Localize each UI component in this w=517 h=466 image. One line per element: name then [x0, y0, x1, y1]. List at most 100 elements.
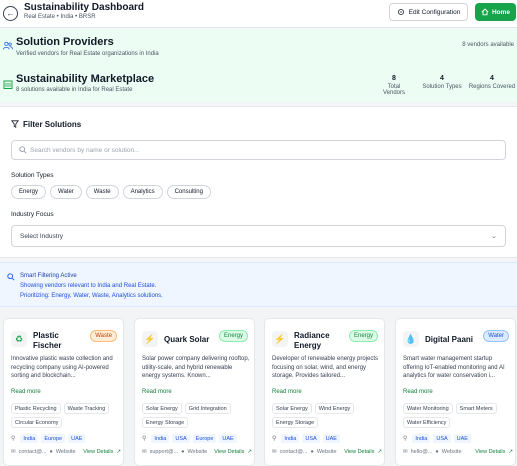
location-pin-icon: ⚲ [142, 436, 147, 442]
edit-configuration-label: Edit Configuration [408, 8, 461, 16]
feature-tag: Grid Integration [184, 403, 231, 414]
industry-focus-label: Industry Focus [11, 211, 54, 218]
stat-total-vendors: 8 Total Vendors [376, 75, 412, 96]
view-details-link[interactable]: View Details [83, 449, 113, 455]
website-link[interactable]: Website [317, 449, 337, 455]
vendor-card-quark-solar[interactable]: ⚡ Quark Solar Energy Solar power company… [134, 318, 255, 466]
stat-value: 4 [440, 75, 444, 82]
stat-label: Solution Types [422, 84, 462, 90]
location-pin-icon: ⚲ [272, 436, 277, 442]
globe-icon: ● [181, 449, 185, 455]
globe-icon: ● [49, 449, 53, 455]
feature-tag: Smart Meters [455, 403, 497, 414]
website-link[interactable]: Website [442, 449, 462, 455]
home-button[interactable]: Home [475, 3, 516, 21]
feature-tag: Solar Energy [272, 403, 312, 414]
solution-type-chips: Energy Water Waste Analytics Consulting [11, 185, 211, 199]
vendor-name: Radiance Energy [294, 331, 330, 350]
external-link-icon: ↗ [247, 449, 252, 455]
marketplace-subtitle: 8 solutions available in India for Real … [16, 87, 133, 93]
vendor-card-radiance-energy[interactable]: ⚡ Radiance Energy Energy Developer of re… [264, 318, 385, 466]
page-subtitle: Real Estate • India • BRSR [24, 14, 96, 20]
search-icon [7, 273, 15, 281]
region-tag: India [412, 434, 431, 443]
vendor-card-plastic-fischer[interactable]: ♻ Plastic Fischer Waste Innovative plast… [3, 318, 124, 466]
website-link[interactable]: Website [187, 449, 207, 455]
providers-title: Solution Providers [16, 36, 114, 48]
contact-link[interactable]: contact@... [19, 449, 47, 455]
chip-water[interactable]: Water [50, 185, 82, 199]
vendor-description: Innovative plastic waste collection and … [11, 356, 113, 379]
feature-tag: Water Efficiency [403, 417, 451, 428]
vendor-name: Quark Solar [164, 335, 210, 344]
chip-energy[interactable]: Energy [11, 185, 47, 199]
lightning-icon: ⚡ [272, 331, 288, 347]
feature-tag: Circular Economy [11, 417, 63, 428]
vendor-description: Solar power company delivering rooftop, … [142, 356, 250, 379]
vendors-count: 8 vendors available [462, 42, 514, 48]
vendor-description: Smart water management startup offering … [403, 356, 505, 379]
arrow-left-icon[interactable]: ← [3, 6, 18, 21]
top-bar: ← Sustainability Dashboard Real Estate •… [0, 0, 517, 28]
lightning-icon: ⚡ [142, 331, 158, 347]
card-footer: ✉ support@... ● Website View Details ↗ [142, 449, 252, 455]
contact-link[interactable]: contact@... [280, 449, 308, 455]
read-more-link[interactable]: Read more [142, 389, 172, 395]
region-tag: Europe [192, 434, 217, 443]
chip-consulting[interactable]: Consulting [166, 185, 211, 199]
contact-link[interactable]: hello@... [411, 449, 433, 455]
feature-tags: Plastic Recycling Waste Tracking Circula… [11, 403, 123, 428]
feature-tag: Plastic Recycling [11, 403, 61, 414]
chevron-down-icon: ⌄ [491, 233, 497, 240]
contact-link[interactable]: support@... [150, 449, 179, 455]
card-footer: ✉ contact@... ● Website View Details ↗ [11, 449, 121, 455]
website-link[interactable]: Website [56, 449, 76, 455]
region-tag: UAE [68, 434, 86, 443]
edit-configuration-button[interactable]: Edit Configuration [389, 3, 468, 21]
read-more-link[interactable]: Read more [272, 389, 302, 395]
vendor-description: Developer of renewable energy projects f… [272, 356, 379, 379]
globe-icon: ● [435, 449, 439, 455]
gear-icon [397, 8, 404, 16]
regions: ⚲ India USA Europe UAE [142, 434, 237, 443]
search-input[interactable]: Search vendors by name or solution... [11, 140, 506, 160]
mail-icon: ✉ [272, 449, 277, 455]
smart-filter-notice: Smart Filtering Active Showing vendors r… [0, 262, 517, 307]
feature-tag: Solar Energy [142, 403, 182, 414]
category-badge: Water [483, 330, 509, 342]
external-link-icon: ↗ [508, 449, 513, 455]
location-pin-icon: ⚲ [11, 436, 16, 442]
view-details-link[interactable]: View Details [214, 449, 244, 455]
view-details-link[interactable]: View Details [344, 449, 374, 455]
read-more-link[interactable]: Read more [11, 389, 41, 395]
region-tag: India [151, 434, 170, 443]
feature-tags: Water Monitoring Smart Meters Water Effi… [403, 403, 515, 428]
search-icon [19, 146, 27, 154]
smart-filter-line: Prioritizing: Energy, Water, Waste, Anal… [20, 293, 163, 299]
region-tag: USA [302, 434, 320, 443]
card-footer: ✉ hello@... ● Website View Details ↗ [403, 449, 513, 455]
feature-tag: Water Monitoring [403, 403, 453, 414]
regions: ⚲ India USA UAE [272, 434, 340, 443]
card-footer: ✉ contact@... ● Website View Details ↗ [272, 449, 382, 455]
water-drop-icon: 💧 [403, 331, 419, 347]
regions: ⚲ India USA UAE [403, 434, 471, 443]
feature-tag: Waste Tracking [63, 403, 110, 414]
chip-analytics[interactable]: Analytics [122, 185, 163, 199]
read-more-link[interactable]: Read more [403, 389, 433, 395]
view-details-link[interactable]: View Details [475, 449, 505, 455]
filter-icon [11, 120, 19, 128]
category-badge: Energy [348, 330, 378, 342]
region-tag: Europe [41, 434, 66, 443]
home-label: Home [491, 8, 511, 16]
regions: ⚲ India Europe UAE [11, 434, 86, 443]
industry-select-value: Select Industry [20, 233, 63, 240]
mail-icon: ✉ [11, 449, 16, 455]
industry-select[interactable]: Select Industry ⌄ [11, 225, 506, 247]
home-icon [481, 8, 489, 16]
chip-waste[interactable]: Waste [85, 185, 119, 199]
feature-tag: Wind Energy [314, 403, 355, 414]
search-placeholder: Search vendors by name or solution... [30, 147, 140, 154]
vendor-card-digital-paani[interactable]: 💧 Digital Paani Water Smart water manage… [395, 318, 516, 466]
vendor-name: Plastic Fischer [33, 331, 62, 350]
